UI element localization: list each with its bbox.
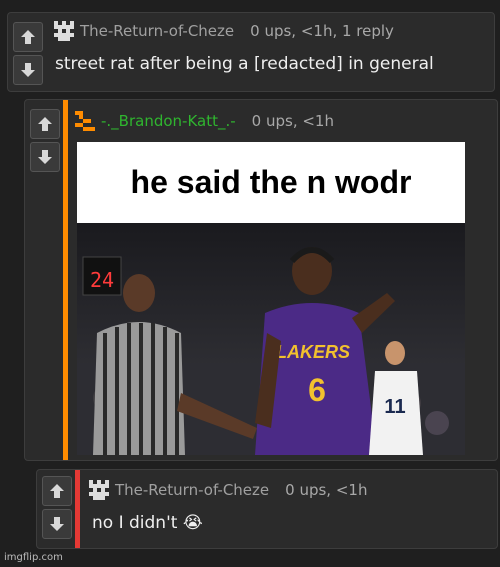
arrow-up-icon <box>21 30 35 44</box>
watermark: imgflip.com <box>4 552 63 563</box>
comment-header: The-Return-of-Cheze 0 ups, <1h <box>89 480 367 500</box>
username-link[interactable]: The-Return-of-Cheze <box>115 481 269 499</box>
upvote-button[interactable] <box>42 476 72 506</box>
username-link[interactable]: The-Return-of-Cheze <box>80 22 234 40</box>
vote-column <box>25 106 65 172</box>
downvote-button[interactable] <box>42 509 72 539</box>
pixel-avatar-icon <box>54 21 74 41</box>
jersey-team: LAKERS <box>276 342 350 362</box>
jersey-number: 6 <box>308 372 326 408</box>
comment-header: -._Brandon-Katt_.- 0 ups, <1h <box>75 111 334 131</box>
shot-clock-value: 24 <box>90 268 114 292</box>
upvote-button[interactable] <box>30 109 60 139</box>
downvote-button[interactable] <box>13 55 43 85</box>
arrow-down-icon <box>21 63 35 77</box>
pixel-avatar-icon <box>75 111 95 131</box>
arrow-up-icon <box>50 484 64 498</box>
opponent-number: 11 <box>384 396 405 418</box>
arrow-up-icon <box>38 117 52 131</box>
meme-caption-panel: he said the n wodr <box>77 142 465 223</box>
pixel-avatar-icon <box>89 480 109 500</box>
comment-3: The-Return-of-Cheze 0 ups, <1h no I didn… <box>36 469 498 549</box>
vote-column <box>37 473 77 539</box>
basketball-photo: 24 LAKERS 6 11 <box>77 223 465 455</box>
meme-image[interactable]: he said the n wodr 24 LAKERS 6 11 <box>77 142 465 455</box>
downvote-button[interactable] <box>30 142 60 172</box>
username-link[interactable]: -._Brandon-Katt_.- <box>101 112 236 130</box>
comment-meta: 0 ups, <1h <box>251 112 334 130</box>
comment-1: The-Return-of-Cheze 0 ups, <1h, 1 reply … <box>7 12 495 92</box>
upvote-button[interactable] <box>13 22 43 52</box>
comment-text: street rat after being a [redacted] in g… <box>55 54 434 74</box>
arrow-down-icon <box>50 517 64 531</box>
comment-meta: 0 ups, <1h <box>285 481 368 499</box>
comment-header: The-Return-of-Cheze 0 ups, <1h, 1 reply <box>54 21 394 41</box>
meme-photo: 24 LAKERS 6 11 <box>77 223 465 455</box>
meme-caption: he said the n wodr <box>130 164 412 200</box>
comment-meta: 0 ups, <1h, 1 reply <box>250 22 394 40</box>
vote-column <box>8 19 48 85</box>
arrow-down-icon <box>38 150 52 164</box>
shot-clock: 24 <box>82 256 122 296</box>
comment-text: no I didn't 😭 <box>92 513 203 533</box>
